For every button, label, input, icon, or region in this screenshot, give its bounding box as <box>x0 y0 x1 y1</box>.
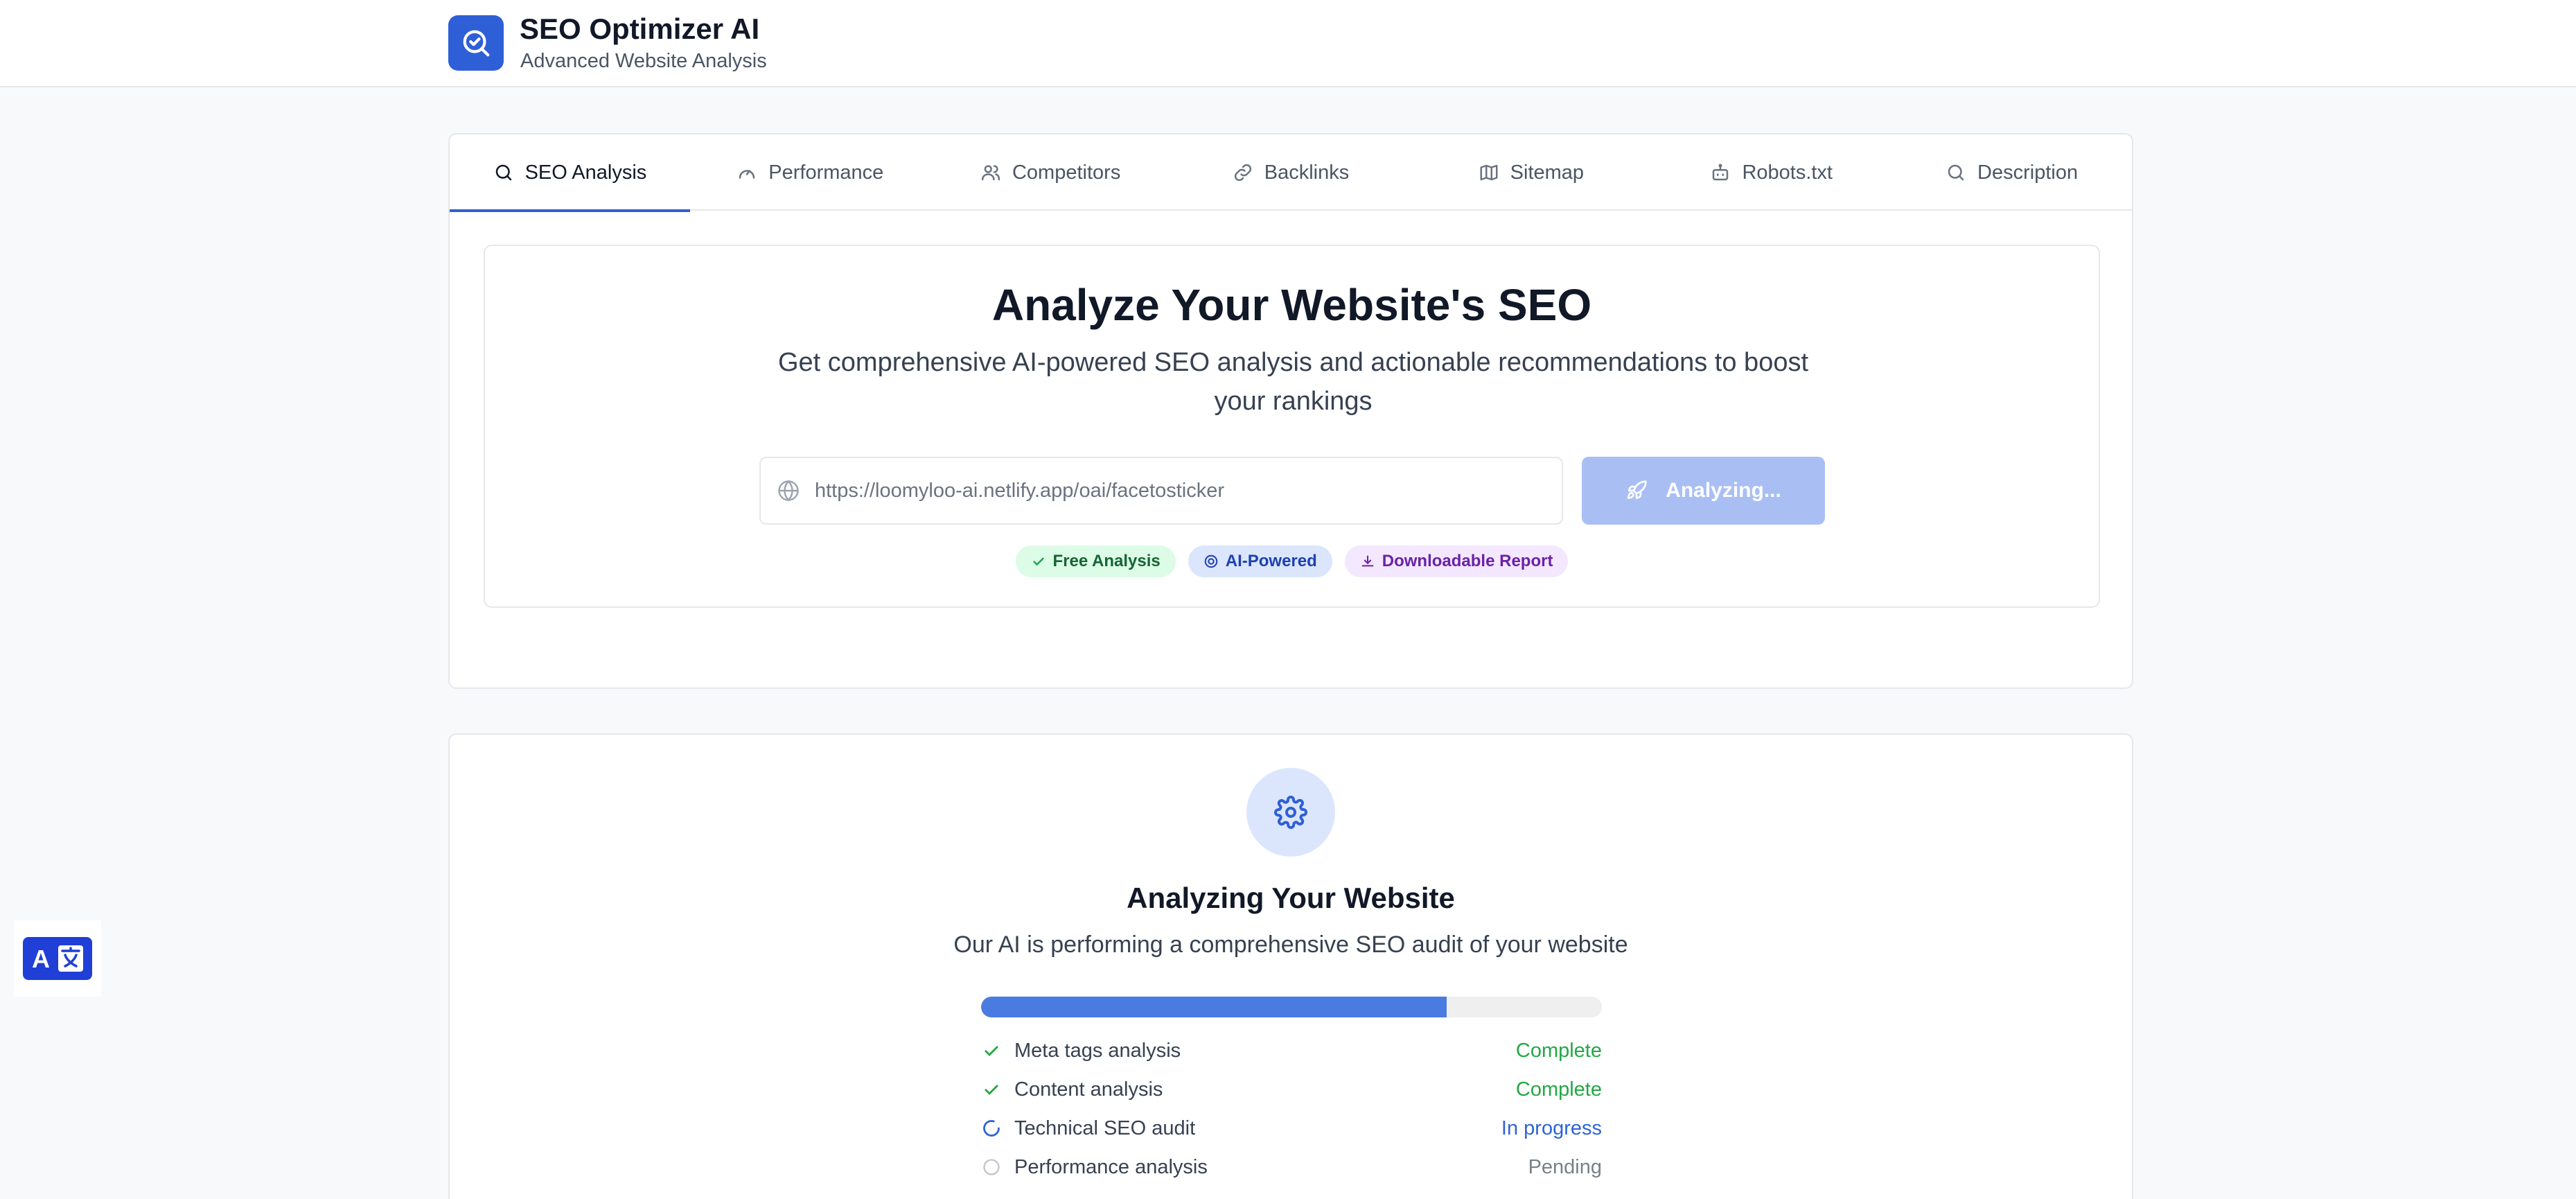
step-label: Technical SEO audit <box>1014 1117 1196 1139</box>
url-input[interactable] <box>815 479 1508 502</box>
top-header: SEO Optimizer AI Advanced Website Analys… <box>0 0 2576 87</box>
step-status: Complete <box>1515 1039 1602 1062</box>
progress-title: Analyzing Your Website <box>1127 882 1455 914</box>
step-performance: Performance analysis Pending <box>981 1148 1602 1187</box>
search-icon <box>495 164 511 181</box>
hero-subtitle: Get comprehensive AI-powered SEO analysi… <box>777 348 1809 416</box>
tab-competitors[interactable]: Competitors <box>930 134 1171 211</box>
step-status: Pending <box>1528 1155 1602 1178</box>
feature-badges: Free Analysis AI-Powered Downloadable Re… <box>485 545 2099 577</box>
rocket-icon <box>1627 480 1647 499</box>
tab-label: Performance <box>768 161 884 184</box>
gear-icon <box>1246 768 1335 857</box>
tab-label: Backlinks <box>1264 161 1350 184</box>
tab-description[interactable]: Description <box>1891 134 2132 211</box>
step-status: In progress <box>1501 1117 1602 1139</box>
svg-text:A: A <box>32 945 50 973</box>
target-icon <box>1204 554 1217 568</box>
step-label: Meta tags analysis <box>1014 1039 1181 1062</box>
tab-label: Competitors <box>1012 161 1121 184</box>
analyze-button[interactable]: Analyzing... <box>1582 457 1825 525</box>
progress-subtitle: Our AI is performing a comprehensive SEO… <box>953 931 1628 958</box>
app-title: SEO Optimizer AI <box>520 12 760 45</box>
search-icon <box>1948 164 1964 181</box>
spinner-icon <box>981 1118 1002 1139</box>
progress-bar-fill <box>981 997 1447 1017</box>
tab-sitemap[interactable]: Sitemap <box>1411 134 1651 211</box>
tab-bar: SEO Analysis Performance Competitors Bac… <box>450 134 2132 212</box>
tab-performance[interactable]: Performance <box>690 134 930 211</box>
translate-button[interactable]: A <box>14 920 101 997</box>
badge-ai-powered: AI-Powered <box>1188 545 1332 577</box>
check-icon <box>981 1079 1002 1100</box>
progress-bar <box>981 997 1602 1017</box>
badge-downloadable-report: Downloadable Report <box>1344 545 1569 577</box>
step-label: Performance analysis <box>1014 1155 1208 1178</box>
tab-label: Sitemap <box>1510 161 1585 184</box>
search-check-icon[interactable] <box>448 15 504 71</box>
translate-icon: A <box>23 937 92 980</box>
robot-icon <box>1713 164 1729 181</box>
step-technical-seo: Technical SEO audit In progress <box>981 1109 1602 1148</box>
analyze-button-label: Analyzing... <box>1666 479 1781 502</box>
tab-label: Description <box>1977 161 2079 184</box>
step-meta-tags: Meta tags analysis Complete <box>981 1031 1602 1070</box>
analyzer-card: SEO Analysis Performance Competitors Bac… <box>448 133 2133 689</box>
tab-seo-analysis[interactable]: SEO Analysis <box>450 134 690 212</box>
step-status: Complete <box>1515 1078 1602 1101</box>
link-icon <box>1234 164 1251 182</box>
users-icon <box>981 165 1000 181</box>
gauge-icon <box>739 170 755 179</box>
circle-icon <box>981 1157 1002 1178</box>
check-icon <box>1032 557 1044 566</box>
step-content: Content analysis Complete <box>981 1070 1602 1109</box>
hero-title: Analyze Your Website's SEO <box>991 280 1592 330</box>
step-label: Content analysis <box>1014 1078 1163 1101</box>
tab-label: Robots.txt <box>1742 161 1833 184</box>
badge-free-analysis: Free Analysis <box>1015 545 1176 577</box>
check-icon <box>981 1040 1002 1061</box>
progress-card: Analyzing Your Website Our AI is perform… <box>448 733 2133 1199</box>
app-subtitle: Advanced Website Analysis <box>520 50 767 72</box>
tab-label: SEO Analysis <box>524 161 647 184</box>
tab-robots[interactable]: Robots.txt <box>1651 134 1891 211</box>
step-list: Meta tags analysis Complete Content anal… <box>981 1031 1602 1187</box>
globe-icon <box>778 480 799 502</box>
tab-backlinks[interactable]: Backlinks <box>1171 134 1411 211</box>
analyze-panel: Analyze Your Website's SEO Get comprehen… <box>484 245 2100 608</box>
url-field[interactable] <box>759 457 1563 525</box>
map-icon <box>1480 164 1498 181</box>
download-icon <box>1361 555 1374 567</box>
